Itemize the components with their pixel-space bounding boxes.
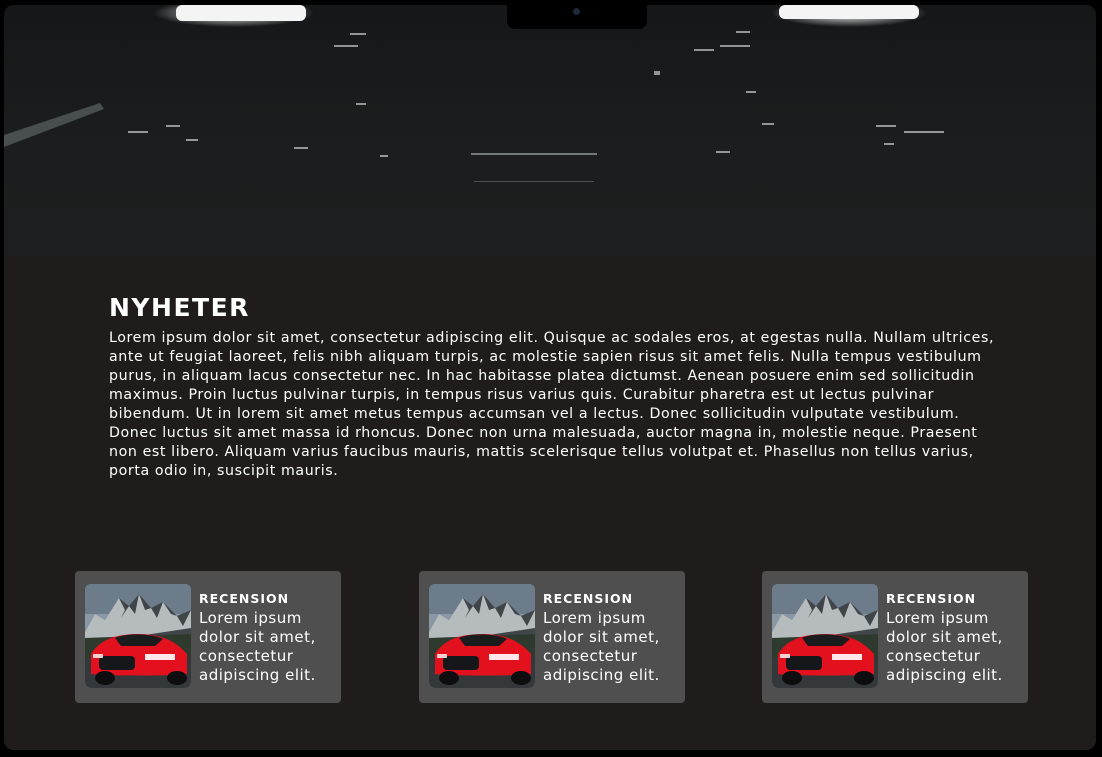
- review-title: RECENSION: [886, 591, 977, 606]
- camera-icon: [573, 8, 580, 15]
- review-title: RECENSION: [199, 591, 290, 606]
- review-text: Lorem ipsum dolor sit amet, consectetur …: [199, 609, 316, 684]
- hero-image: [4, 5, 1096, 255]
- garage-ceiling-lights-image: [4, 5, 944, 182]
- review-text: Lorem ipsum dolor sit amet, consectetur …: [543, 609, 660, 684]
- review-card[interactable]: RECENSION Lorem ipsum dolor sit amet, co…: [762, 571, 1028, 703]
- review-card[interactable]: RECENSION Lorem ipsum dolor sit amet, co…: [419, 571, 685, 703]
- review-title: RECENSION: [543, 591, 634, 606]
- news-body: Lorem ipsum dolor sit amet, consectetur …: [109, 330, 995, 479]
- red-car-thumbnail: [429, 584, 535, 688]
- news-section: NYHETER Lorem ipsum dolor sit amet, cons…: [4, 255, 1096, 750]
- review-card[interactable]: RECENSION Lorem ipsum dolor sit amet, co…: [75, 571, 341, 703]
- red-car-thumbnail: [85, 584, 191, 688]
- review-text: Lorem ipsum dolor sit amet, consectetur …: [886, 609, 1003, 684]
- red-car-thumbnail: [772, 584, 878, 688]
- device-screen: NYHETER Lorem ipsum dolor sit amet, cons…: [4, 5, 1096, 750]
- news-title: NYHETER: [109, 293, 250, 322]
- camera-notch: [507, 5, 647, 29]
